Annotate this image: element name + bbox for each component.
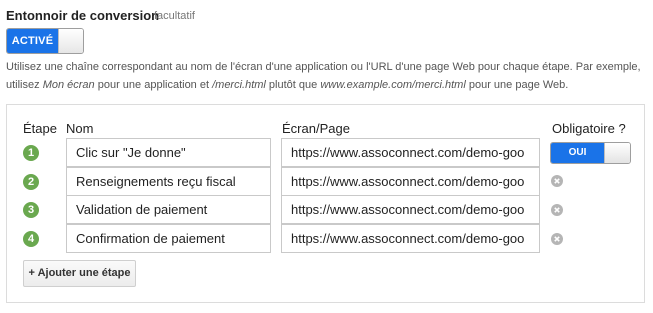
step-url-input[interactable]: https://www.assoconnect.com/demo-goo bbox=[281, 167, 540, 196]
column-header-name: Nom bbox=[66, 121, 94, 136]
required-toggle-label: OUI bbox=[551, 143, 604, 163]
step-number-badge: 1 bbox=[23, 145, 39, 161]
step-name-input[interactable]: Confirmation de paiement bbox=[66, 224, 271, 253]
required-toggle[interactable]: OUI bbox=[550, 142, 631, 164]
step-url-input[interactable]: https://www.assoconnect.com/demo-goo bbox=[281, 195, 540, 224]
column-header-required: Obligatoire ? bbox=[552, 121, 626, 136]
remove-step-icon[interactable] bbox=[551, 175, 563, 187]
step-number-badge: 4 bbox=[23, 231, 39, 247]
funnel-toggle[interactable]: ACTIVÉ bbox=[6, 28, 84, 54]
section-title: Entonnoir de conversion bbox=[6, 8, 160, 23]
add-step-button[interactable]: + Ajouter une étape bbox=[23, 260, 136, 287]
step-number-badge: 2 bbox=[23, 174, 39, 190]
step-name-input[interactable]: Renseignements reçu fiscal bbox=[66, 167, 271, 196]
column-header-step: Étape bbox=[23, 121, 57, 136]
example-page: /merci.html bbox=[212, 79, 266, 91]
step-url-input[interactable]: https://www.assoconnect.com/demo-goo bbox=[281, 224, 540, 253]
example-url: www.example.com/merci.html bbox=[320, 79, 466, 91]
column-header-screen: Écran/Page bbox=[282, 121, 350, 136]
toggle-label: ACTIVÉ bbox=[7, 29, 58, 53]
step-name-input[interactable]: Validation de paiement bbox=[66, 195, 271, 224]
toggle-knob bbox=[58, 29, 83, 53]
step-url-input[interactable]: https://www.assoconnect.com/demo-goo bbox=[281, 138, 540, 167]
example-screen: Mon écran bbox=[42, 79, 95, 91]
optional-label: facultatif bbox=[154, 10, 195, 22]
remove-step-icon[interactable] bbox=[551, 233, 563, 245]
step-name-input[interactable]: Clic sur "Je donne" bbox=[66, 138, 271, 167]
required-toggle-knob bbox=[604, 143, 630, 163]
help-text: Utilisez une chaîne correspondant au nom… bbox=[6, 61, 641, 91]
remove-step-icon[interactable] bbox=[551, 204, 563, 216]
step-number-badge: 3 bbox=[23, 202, 39, 218]
